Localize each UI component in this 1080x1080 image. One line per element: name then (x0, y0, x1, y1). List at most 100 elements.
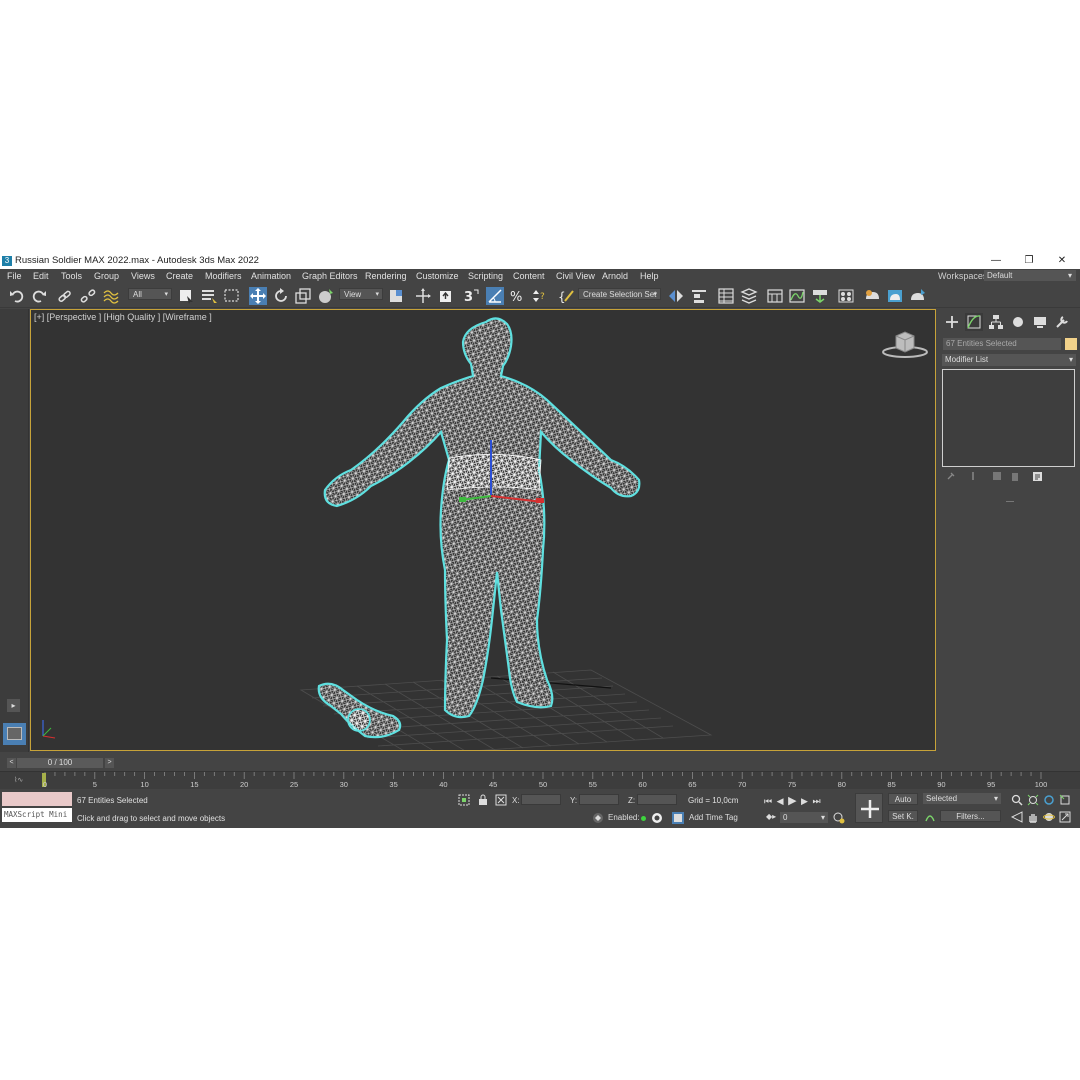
link-icon[interactable] (56, 287, 74, 305)
modify-panel-icon[interactable] (965, 313, 983, 331)
zoom-extents-all-icon[interactable] (1059, 794, 1071, 806)
adaptive-degradation-icon[interactable] (592, 812, 604, 824)
menu-edit[interactable]: Edit (33, 271, 49, 281)
pin-stack-icon[interactable] (946, 471, 956, 481)
workspaces-dropdown[interactable]: Default (984, 270, 1076, 281)
minimize-button[interactable]: — (988, 254, 1004, 268)
time-configuration-icon[interactable] (833, 812, 845, 824)
reference-coordinate-dropdown[interactable]: View (339, 288, 383, 301)
select-and-place-icon[interactable] (317, 287, 335, 305)
field-of-view-icon[interactable] (1010, 811, 1023, 823)
selection-filter-dropdown[interactable]: All (128, 288, 172, 301)
make-unique-icon[interactable] (992, 471, 1002, 481)
rendered-frame-window-icon[interactable] (886, 287, 904, 305)
close-button[interactable]: ✕ (1054, 254, 1070, 268)
select-object-icon[interactable] (177, 287, 195, 305)
maximize-viewport-icon[interactable] (1059, 811, 1071, 823)
spinner-snap-toggle-icon[interactable]: ? (530, 287, 548, 305)
isolate-selection-icon[interactable] (458, 794, 470, 806)
named-selection-dropdown[interactable]: Create Selection Set (578, 288, 661, 301)
default-in-out-tangents-icon[interactable] (924, 811, 936, 823)
menu-modifiers[interactable]: Modifiers (205, 271, 242, 281)
key-filter-dropdown[interactable]: Selected (923, 793, 1001, 804)
create-panel-icon[interactable] (943, 313, 961, 331)
bind-space-warp-icon[interactable] (102, 287, 120, 305)
selection-lock-icon[interactable] (477, 794, 489, 806)
set-key-button[interactable] (855, 793, 883, 823)
select-and-scale-icon[interactable] (294, 287, 312, 305)
modifier-list-dropdown[interactable]: Modifier List (942, 354, 1076, 366)
menu-graph-editors[interactable]: Graph Editors (302, 271, 358, 281)
object-color-swatch[interactable] (1065, 338, 1077, 350)
next-frame-icon[interactable]: ▶ (801, 796, 809, 806)
time-tag-icon[interactable] (672, 812, 684, 824)
menu-file[interactable]: File (7, 271, 22, 281)
menu-customize[interactable]: Customize (416, 271, 459, 281)
enabled-toggle-icon[interactable] (651, 812, 663, 824)
select-by-name-icon[interactable] (200, 287, 218, 305)
orbit-icon[interactable] (1043, 811, 1055, 823)
menu-group[interactable]: Group (94, 271, 119, 281)
menu-rendering[interactable]: Rendering (365, 271, 407, 281)
go-to-end-icon[interactable]: ⏭ (812, 796, 821, 806)
menu-animation[interactable]: Animation (251, 271, 291, 281)
menu-create[interactable]: Create (166, 271, 193, 281)
zoom-all-icon[interactable] (1027, 794, 1039, 806)
configure-modifier-sets-icon[interactable] (1032, 471, 1043, 482)
curve-editor-icon[interactable] (788, 287, 806, 305)
use-pivot-center-icon[interactable] (388, 287, 406, 305)
undo-icon[interactable] (8, 287, 26, 305)
expand-viewport-layouts-icon[interactable]: ▸ (7, 699, 20, 712)
viewport-layout-tab[interactable] (3, 723, 26, 745)
material-editor-icon[interactable] (837, 287, 855, 305)
x-coordinate-field[interactable] (521, 794, 561, 805)
mirror-icon[interactable] (667, 287, 685, 305)
previous-frame-icon[interactable]: ◀ (777, 796, 785, 806)
key-mode-toggle-icon[interactable]: ◆▸ (766, 812, 776, 821)
menu-tools[interactable]: Tools (61, 271, 82, 281)
toggle-ribbon-icon[interactable] (766, 287, 784, 305)
schematic-view-icon[interactable] (811, 287, 829, 305)
add-time-tag-button[interactable]: Add Time Tag (689, 813, 738, 822)
menu-content[interactable]: Content (513, 271, 545, 281)
menu-civil-view[interactable]: Civil View (556, 271, 595, 281)
time-prev-button[interactable]: < (7, 758, 16, 768)
edit-named-selection-icon[interactable]: { (557, 287, 575, 305)
rectangular-selection-icon[interactable] (223, 287, 241, 305)
object-name-field[interactable]: 67 Entities Selected (943, 338, 1061, 350)
time-slider[interactable]: 0 / 100 (17, 758, 103, 768)
scene-wireframe[interactable] (31, 310, 936, 751)
display-panel-icon[interactable] (1031, 313, 1049, 331)
pan-view-icon[interactable] (1027, 811, 1039, 823)
track-bar[interactable]: ⌇∿ 0 5 10 15 20 25 30 35 40 45 50 55 60 … (0, 771, 1080, 789)
z-coordinate-field[interactable] (637, 794, 677, 805)
snaps-toggle-icon[interactable]: 3 (462, 287, 480, 305)
select-and-move-icon[interactable] (249, 287, 267, 305)
select-and-rotate-icon[interactable] (272, 287, 290, 305)
menu-help[interactable]: Help (640, 271, 659, 281)
go-to-start-icon[interactable]: ⏮ (764, 796, 773, 806)
track-bar-curve-icon[interactable]: ⌇∿ (14, 776, 23, 784)
motion-panel-icon[interactable] (1009, 313, 1027, 331)
show-end-result-icon[interactable] (968, 471, 978, 481)
current-frame-field[interactable]: 0 (780, 812, 828, 823)
scene-explorer-icon[interactable] (717, 287, 735, 305)
utilities-panel-icon[interactable] (1053, 313, 1071, 331)
key-filters-button[interactable]: Filters... (940, 810, 1001, 822)
restore-button[interactable]: ❐ (1021, 254, 1037, 268)
redo-icon[interactable] (30, 287, 48, 305)
menu-views[interactable]: Views (131, 271, 155, 281)
percent-snap-toggle-icon[interactable]: % (508, 287, 526, 305)
select-and-manipulate-icon[interactable] (414, 287, 432, 305)
menu-arnold[interactable]: Arnold (602, 271, 628, 281)
maxscript-mini-listener[interactable]: MAXScript Mini (2, 808, 72, 822)
modifier-stack[interactable] (942, 369, 1075, 467)
y-coordinate-field[interactable] (579, 794, 619, 805)
render-production-icon[interactable] (909, 287, 927, 305)
menu-scripting[interactable]: Scripting (468, 271, 503, 281)
angle-snap-toggle-icon[interactable] (486, 287, 504, 305)
zoom-icon[interactable] (1011, 794, 1023, 806)
align-icon[interactable] (690, 287, 708, 305)
render-setup-icon[interactable] (863, 287, 881, 305)
hierarchy-panel-icon[interactable] (987, 313, 1005, 331)
